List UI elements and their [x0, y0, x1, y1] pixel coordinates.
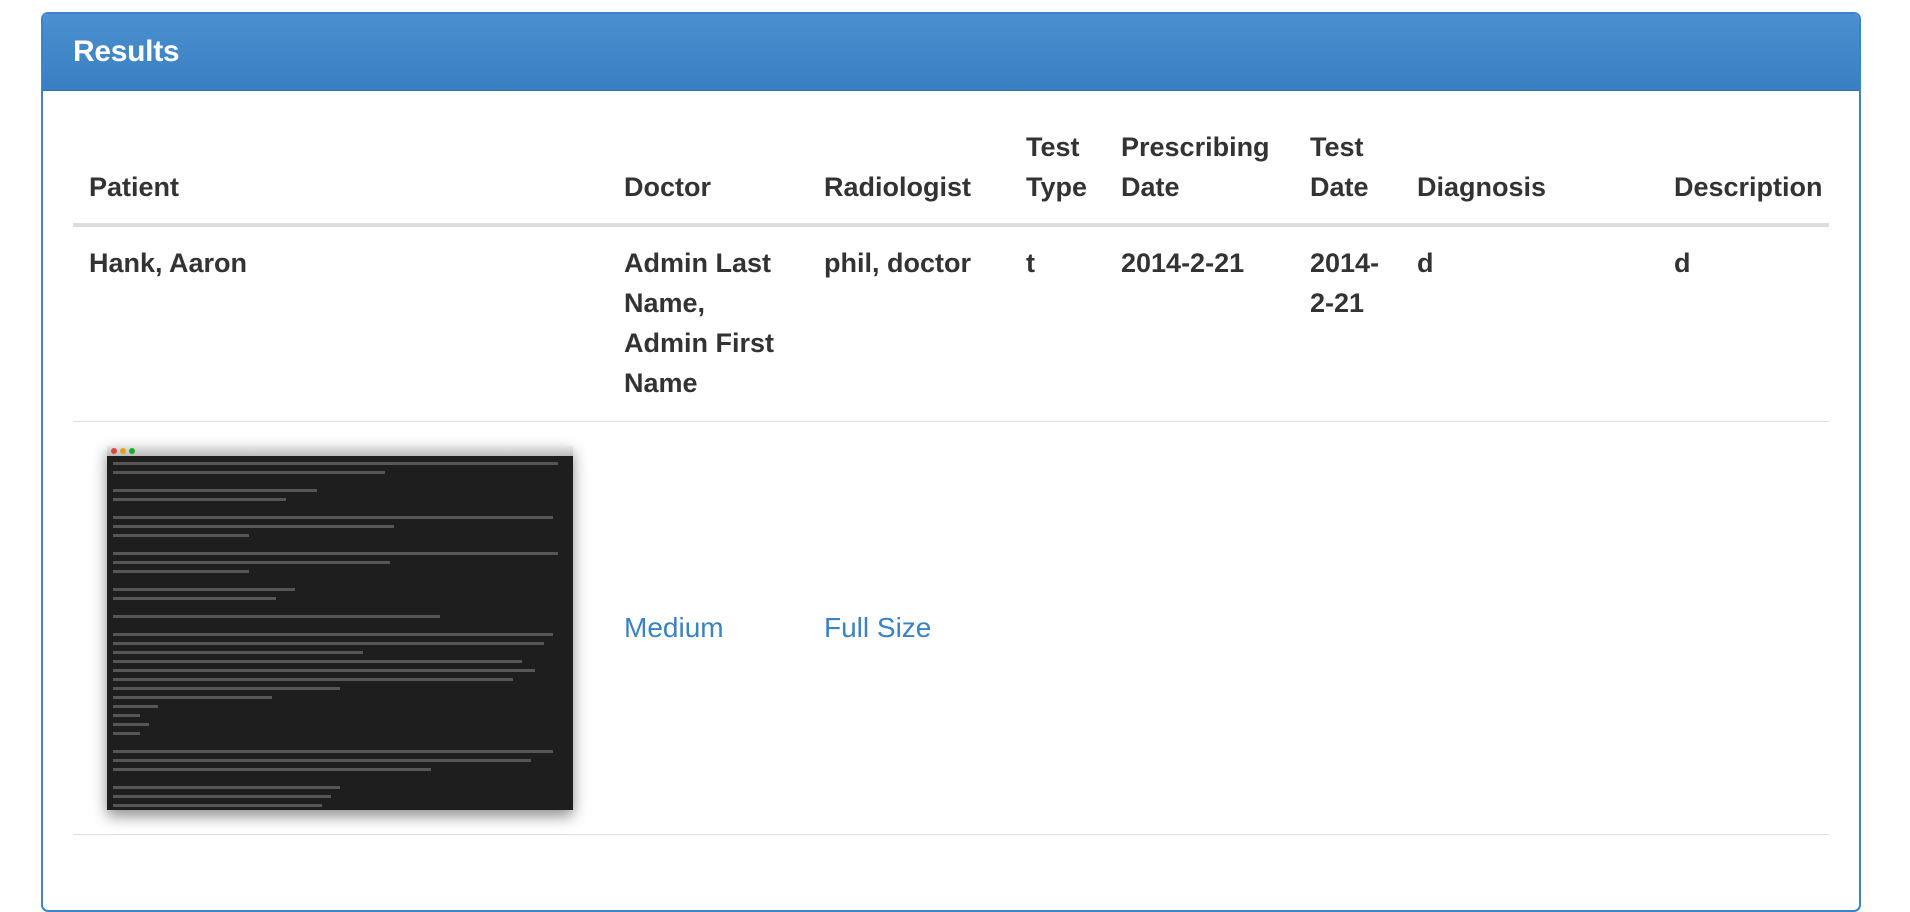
header-test-type[interactable]: Test Type — [1010, 127, 1105, 227]
results-table: Patient Doctor Radiologist Test Type Pre… — [73, 127, 1829, 835]
header-test-date[interactable]: Test Date — [1294, 127, 1401, 227]
panel-title: Results — [73, 35, 180, 68]
header-description[interactable]: Description — [1658, 127, 1829, 227]
cell-description: d — [1658, 225, 1829, 422]
panel-heading: Results — [43, 14, 1859, 91]
table-row: Hank, Aaron Admin Last Name, Admin First… — [73, 225, 1829, 422]
medium-link[interactable]: Medium — [624, 612, 724, 643]
header-prescribing-date[interactable]: Prescribing Date — [1105, 127, 1294, 227]
medium-link-cell: Medium — [608, 421, 808, 835]
image-row: Medium Full Size — [73, 421, 1829, 835]
cell-doctor: Admin Last Name, Admin First Name — [608, 225, 808, 422]
header-diagnosis[interactable]: Diagnosis — [1401, 127, 1658, 227]
cell-patient: Hank, Aaron — [73, 225, 608, 422]
table-header-row: Patient Doctor Radiologist Test Type Pre… — [73, 127, 1829, 227]
cell-prescribing-date: 2014-2-21 — [1105, 225, 1294, 422]
results-panel: Results Patient Doctor Radiologist Test … — [41, 12, 1861, 912]
cell-diagnosis: d — [1401, 225, 1658, 422]
thumbnail-image[interactable] — [107, 446, 573, 810]
header-doctor[interactable]: Doctor — [608, 127, 808, 227]
header-patient[interactable]: Patient — [73, 127, 608, 227]
thumbnail-terminal-text — [113, 462, 567, 807]
full-size-link[interactable]: Full Size — [824, 612, 931, 643]
cell-radiologist: phil, doctor — [808, 225, 1010, 422]
header-radiologist[interactable]: Radiologist — [808, 127, 1010, 227]
full-size-link-cell: Full Size — [808, 421, 1010, 835]
cell-test-type: t — [1010, 225, 1105, 422]
thumbnail-titlebar — [107, 446, 573, 456]
thumbnail-cell — [73, 421, 608, 835]
cell-test-date: 2014-2-21 — [1294, 225, 1401, 422]
